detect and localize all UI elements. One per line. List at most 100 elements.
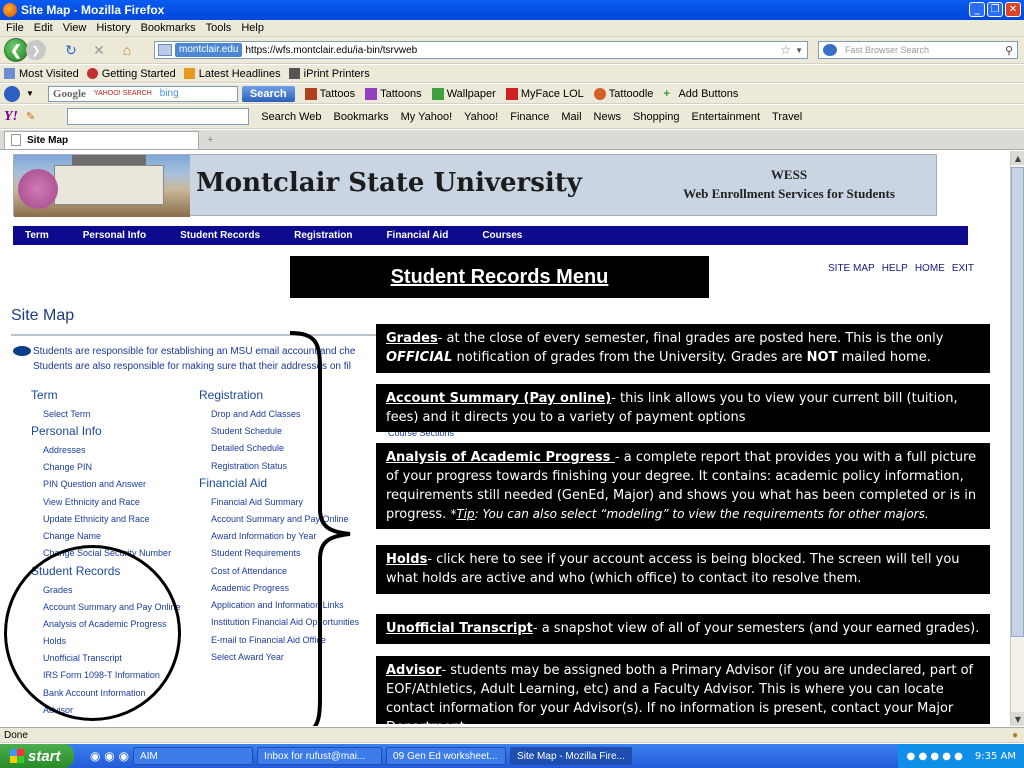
yahoo-shopping[interactable]: Shopping bbox=[633, 111, 680, 123]
link-finaid-academic-progress[interactable]: Academic Progress bbox=[211, 583, 289, 593]
vertical-scrollbar[interactable]: ▲ ▼ bbox=[1010, 151, 1024, 726]
link-student-schedule[interactable]: Student Schedule bbox=[211, 426, 282, 436]
nav-personal-info[interactable]: Personal Info bbox=[83, 230, 146, 241]
task-inbox[interactable]: Inbox for rufust@mai... bbox=[257, 747, 383, 765]
toolbar-item-tattoos[interactable]: Tattoos bbox=[304, 87, 355, 100]
task-firefox[interactable]: Site Map - Mozilla Fire... bbox=[510, 747, 633, 765]
star-icon[interactable]: ☆ bbox=[780, 43, 791, 57]
minimize-button[interactable]: _ bbox=[969, 2, 985, 17]
yahoo-finance[interactable]: Finance bbox=[510, 111, 549, 123]
link-pin-question[interactable]: PIN Question and Answer bbox=[43, 479, 146, 489]
back-icon[interactable]: ❮ bbox=[4, 38, 28, 62]
nav-term[interactable]: Term bbox=[25, 230, 49, 241]
link-update-ethnicity[interactable]: Update Ethnicity and Race bbox=[43, 514, 150, 524]
task-gen-ed[interactable]: 09 Gen Ed worksheet... bbox=[386, 747, 507, 765]
tray-icons[interactable]: ● ● ● ● ● bbox=[907, 751, 963, 762]
yahoo-my-yahoo[interactable]: My Yahoo! bbox=[401, 111, 453, 123]
bookmark-getting-started[interactable]: Getting Started bbox=[86, 68, 176, 80]
link-detailed-schedule[interactable]: Detailed Schedule bbox=[211, 443, 284, 453]
yahoo-mail[interactable]: Mail bbox=[561, 111, 581, 123]
link-change-pin[interactable]: Change PIN bbox=[43, 462, 92, 472]
magnifier-icon[interactable]: ⚲ bbox=[1005, 44, 1013, 57]
status-text: Done bbox=[4, 729, 28, 741]
link-registration-status[interactable]: Registration Status bbox=[211, 461, 287, 471]
pencil-icon[interactable]: ✎ bbox=[26, 110, 35, 123]
new-tab-button[interactable]: + bbox=[207, 134, 213, 146]
search-button[interactable]: Search bbox=[241, 85, 295, 102]
firefox-icon bbox=[3, 3, 17, 17]
scroll-up-icon[interactable]: ▲ bbox=[1011, 151, 1024, 165]
highlight-circle bbox=[4, 545, 181, 721]
yahoo-search-input[interactable] bbox=[67, 108, 250, 125]
link-addresses[interactable]: Addresses bbox=[43, 445, 86, 455]
nav-student-records[interactable]: Student Records bbox=[180, 230, 260, 241]
toolbar-item-add-buttons[interactable]: + Add Buttons bbox=[663, 88, 738, 100]
link-site-map[interactable]: SITE MAP bbox=[828, 263, 875, 274]
yahoo-yahoo[interactable]: Yahoo! bbox=[464, 111, 498, 123]
toolbar-item-wallpaper[interactable]: Wallpaper bbox=[431, 87, 496, 100]
menu-view[interactable]: View bbox=[63, 22, 87, 34]
yahoo-logo[interactable]: Y! bbox=[4, 109, 18, 125]
bookmark-most-visited[interactable]: Most Visited bbox=[4, 68, 79, 80]
nav-registration[interactable]: Registration bbox=[294, 230, 352, 241]
link-change-name[interactable]: Change Name bbox=[43, 531, 101, 541]
link-exit[interactable]: EXIT bbox=[952, 263, 974, 274]
printer-icon bbox=[288, 68, 300, 79]
toolbar-item-tattoons[interactable]: Tattoons bbox=[365, 87, 422, 100]
yahoo-bookmarks[interactable]: Bookmarks bbox=[334, 111, 389, 123]
address-bar[interactable]: montclair.edu https://wfs.montclair.edu/… bbox=[154, 41, 808, 59]
link-select-term[interactable]: Select Term bbox=[43, 409, 90, 419]
maximize-button[interactable]: ❐ bbox=[987, 2, 1003, 17]
scroll-thumb[interactable] bbox=[1011, 167, 1024, 637]
quicklaunch-icons[interactable]: ◉ ◉ ◉ bbox=[90, 749, 129, 763]
link-view-ethnicity[interactable]: View Ethnicity and Race bbox=[43, 497, 140, 507]
link-cost-attendance[interactable]: Cost of Attendance bbox=[211, 566, 287, 576]
reload-icon[interactable]: ↻ bbox=[60, 40, 82, 60]
search-placeholder[interactable]: Fast Browser Search bbox=[845, 45, 929, 55]
section-term[interactable]: Term bbox=[31, 388, 58, 402]
tab-site-map[interactable]: Site Map bbox=[4, 130, 199, 149]
nav-financial-aid[interactable]: Financial Aid bbox=[386, 230, 448, 241]
section-personal-info[interactable]: Personal Info bbox=[31, 424, 102, 438]
menu-file[interactable]: File bbox=[6, 22, 24, 34]
site-domain-badge[interactable]: montclair.edu bbox=[175, 43, 243, 57]
close-button[interactable]: ✕ bbox=[1005, 2, 1021, 17]
menu-tools[interactable]: Tools bbox=[206, 22, 232, 34]
yahoo-news[interactable]: News bbox=[594, 111, 622, 123]
yahoo-travel[interactable]: Travel bbox=[772, 111, 802, 123]
menu-bookmarks[interactable]: Bookmarks bbox=[141, 22, 196, 34]
yahoo-search-web[interactable]: Search Web bbox=[261, 111, 321, 123]
university-name: Montclair State University bbox=[196, 168, 582, 198]
dropdown-arrow-icon[interactable]: ▼ bbox=[26, 89, 34, 98]
toolbar-logo-icon[interactable] bbox=[4, 85, 20, 102]
multi-search-input[interactable]: Google YAHOO! SEARCH bing bbox=[47, 85, 238, 102]
link-help[interactable]: HELP bbox=[882, 263, 908, 274]
home-icon[interactable]: ⌂ bbox=[116, 40, 138, 60]
nav-courses[interactable]: Courses bbox=[482, 230, 522, 241]
dropdown-arrow-icon[interactable]: ▼ bbox=[795, 46, 803, 55]
myface-icon bbox=[505, 87, 518, 100]
yahoo-entertainment[interactable]: Entertainment bbox=[692, 111, 760, 123]
site-identity-icon[interactable] bbox=[158, 44, 172, 56]
task-aim[interactable]: AIM bbox=[133, 747, 254, 765]
url-text[interactable]: https://wfs.montclair.edu/ia-bin/tsrvweb bbox=[245, 45, 417, 56]
search-toolbar: ▼ Google YAHOO! SEARCH bing Search Tatto… bbox=[0, 84, 1024, 104]
menu-history[interactable]: History bbox=[96, 22, 130, 34]
toolbar-item-tattoodle[interactable]: Tattoodle bbox=[593, 87, 653, 100]
section-registration[interactable]: Registration bbox=[199, 388, 263, 402]
link-select-award-year[interactable]: Select Award Year bbox=[211, 652, 284, 662]
search-box[interactable]: Fast Browser Search ⚲ bbox=[818, 41, 1018, 59]
callout-text: mailed home. bbox=[837, 350, 931, 365]
toolbar-item-myface[interactable]: MyFace LOL bbox=[505, 87, 584, 100]
menu-edit[interactable]: Edit bbox=[34, 22, 53, 34]
bookmark-latest-headlines[interactable]: Latest Headlines bbox=[183, 68, 281, 80]
start-button[interactable]: start bbox=[0, 744, 74, 768]
link-home[interactable]: HOME bbox=[915, 263, 945, 274]
bookmark-iprint[interactable]: iPrint Printers bbox=[288, 68, 370, 80]
section-financial-aid[interactable]: Financial Aid bbox=[199, 476, 267, 490]
search-engine-icon[interactable] bbox=[823, 44, 837, 56]
stop-icon[interactable]: ✕ bbox=[88, 40, 110, 60]
forward-icon[interactable]: ❯ bbox=[26, 40, 46, 60]
menu-help[interactable]: Help bbox=[241, 22, 264, 34]
scroll-down-icon[interactable]: ▼ bbox=[1011, 712, 1024, 726]
